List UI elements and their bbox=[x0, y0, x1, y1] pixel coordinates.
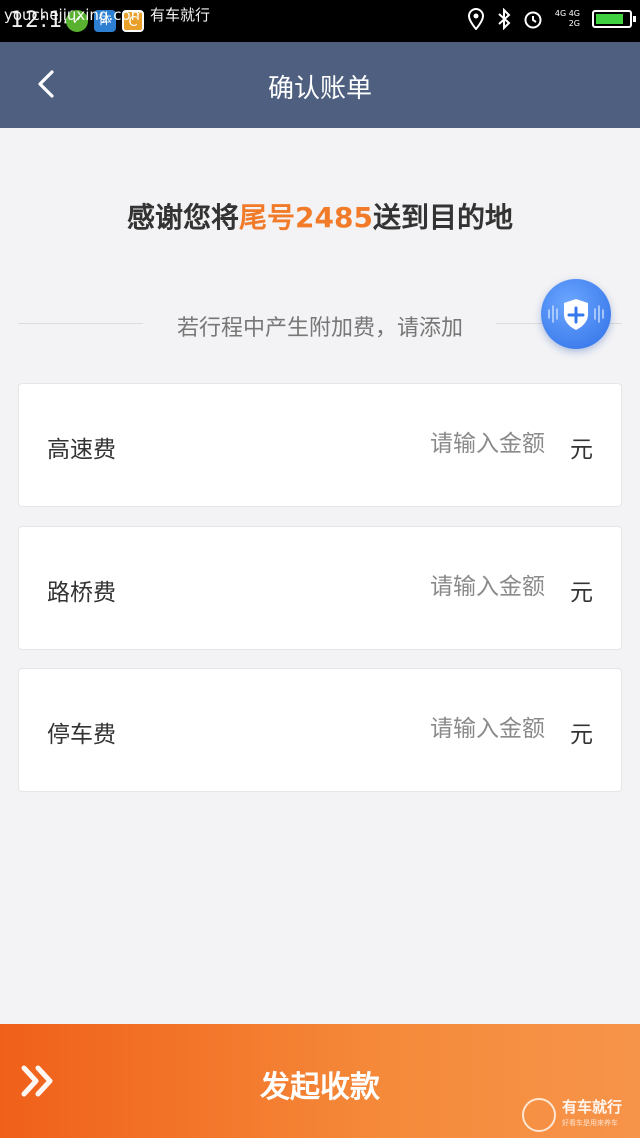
signal-icon: 4G 4G 2G bbox=[555, 9, 580, 29]
shield-plus-icon bbox=[548, 299, 604, 330]
highway-fee-input[interactable] bbox=[345, 424, 545, 464]
watermark-text: youchejiuxing.com 有车就行 bbox=[4, 6, 211, 24]
parking-fee-input[interactable] bbox=[345, 709, 545, 749]
fee-card-bridge: 路桥费 元 bbox=[18, 526, 622, 650]
brand-name: 有车就行 bbox=[561, 1098, 622, 1116]
thanks-message: 感谢您将尾号2485送到目的地 bbox=[0, 196, 640, 236]
fee-label-highway: 高速费 bbox=[47, 437, 116, 463]
bluetooth-icon bbox=[498, 8, 511, 30]
status-bar: 12:14 ✓ 体 C youchejiuxing.com 有车就行 4G 4G… bbox=[0, 0, 640, 42]
bridge-fee-input[interactable] bbox=[345, 567, 545, 607]
thanks-suffix: 送到目的地 bbox=[372, 201, 513, 234]
battery-fill bbox=[596, 14, 624, 24]
fee-unit: 元 bbox=[570, 722, 593, 748]
location-icon bbox=[467, 8, 484, 30]
thanks-prefix: 感谢您将 bbox=[127, 201, 240, 234]
tail-number: 尾号2485 bbox=[239, 201, 373, 234]
alarm-icon bbox=[524, 11, 542, 29]
extra-fee-hint: 若行程中产生附加费，请添加 bbox=[18, 306, 622, 342]
safety-shield-button[interactable] bbox=[541, 279, 611, 349]
fee-label-bridge: 路桥费 bbox=[47, 580, 116, 606]
brand-watermark: 有车就行 好看车是用来养车 bbox=[521, 1098, 622, 1132]
fee-card-parking: 停车费 元 bbox=[18, 668, 622, 792]
network-type-top: 4G 4G bbox=[554, 9, 580, 18]
start-collection-button[interactable]: 发起收款 有车就行 好看车是用来养车 bbox=[0, 1024, 640, 1138]
fee-unit: 元 bbox=[570, 580, 593, 606]
hint-text: 若行程中产生附加费，请添加 bbox=[176, 316, 463, 341]
brand-slogan: 好看车是用来养车 bbox=[561, 1119, 618, 1127]
nav-header: 确认账单 bbox=[0, 42, 640, 128]
fee-unit: 元 bbox=[570, 437, 593, 463]
brand-logo-icon bbox=[521, 1098, 556, 1132]
battery-icon bbox=[592, 10, 636, 28]
status-right: 4G 4G 2G bbox=[467, 8, 636, 30]
fee-card-highway: 高速费 元 bbox=[18, 383, 622, 507]
fee-label-parking: 停车费 bbox=[47, 722, 116, 748]
network-type-bottom: 2G bbox=[568, 19, 580, 28]
page-title: 确认账单 bbox=[267, 74, 372, 104]
